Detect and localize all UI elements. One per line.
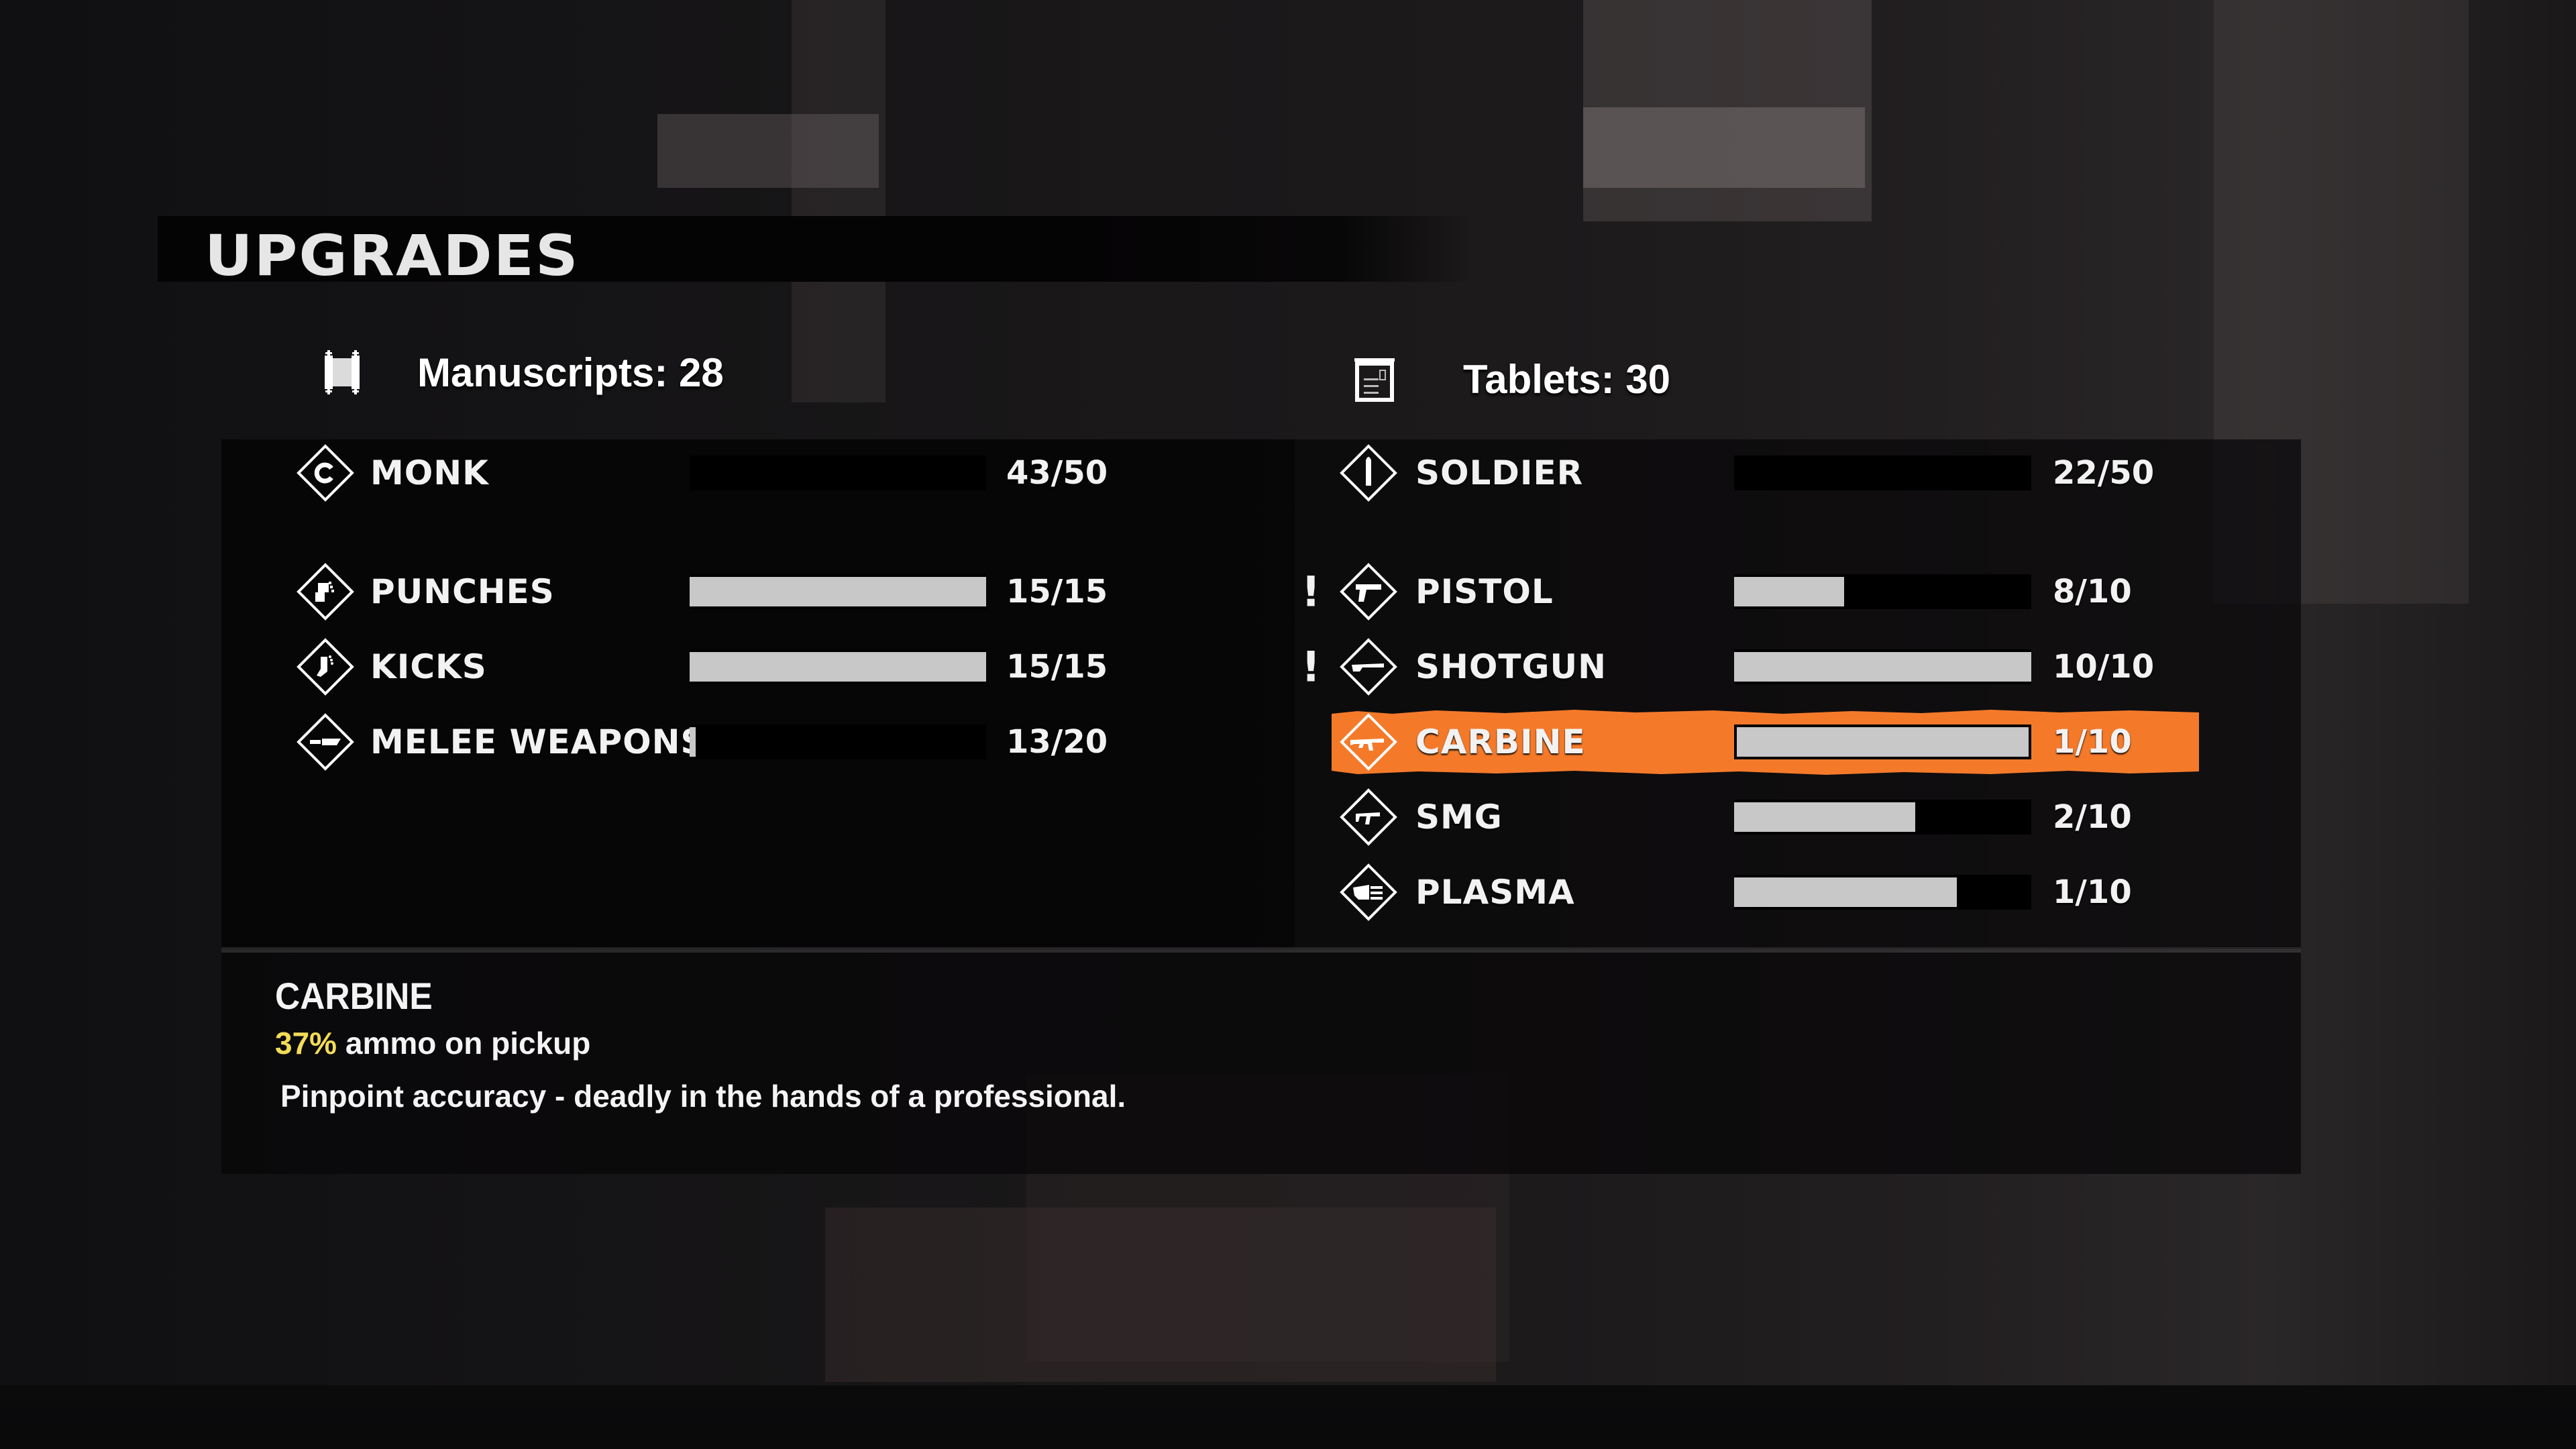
progress-bar xyxy=(690,724,986,759)
stat-value: 37% xyxy=(275,1026,337,1061)
upgrade-row-carbine[interactable]: CARBINE 1/10 xyxy=(1332,708,2199,775)
scroll-icon xyxy=(325,350,360,394)
progress-bar-fill xyxy=(1734,652,2031,682)
progress-bar xyxy=(1734,649,2031,684)
manuscripts-counter: Manuscripts: 28 xyxy=(321,349,724,396)
upgrade-name: PISTOL xyxy=(1415,572,1554,611)
progress-bar-fill xyxy=(1734,802,1915,832)
upgrade-row-smg[interactable]: SMG 2/10 xyxy=(0,784,2576,851)
progress-bar xyxy=(1734,875,2031,910)
progress-bar xyxy=(1734,574,2031,609)
new-upgrade-alert-icon: ! xyxy=(1301,642,1321,692)
bottom-shade xyxy=(0,1385,2576,1449)
description-panel xyxy=(221,953,2301,1174)
upgrade-name: MELEE WEAPONS xyxy=(370,722,706,761)
progress-bar-fill xyxy=(1737,727,2029,757)
shotgun-icon xyxy=(1340,638,1397,696)
new-upgrade-alert-icon: ! xyxy=(1301,567,1321,616)
progress-bar xyxy=(1734,455,2031,490)
stat-text: ammo on pickup xyxy=(337,1026,591,1061)
progress-bar-fill xyxy=(1734,577,1844,606)
carbine-icon xyxy=(1340,713,1397,771)
blade-icon xyxy=(297,713,354,771)
smg-icon xyxy=(1340,788,1397,846)
upgrade-level-value: 1/10 xyxy=(2053,723,2132,761)
category-row-soldier[interactable]: SOLDIER 22/50 xyxy=(0,439,2576,506)
pistol-icon xyxy=(1340,563,1397,621)
progress-bar xyxy=(1734,800,2031,835)
description-title: CARBINE xyxy=(275,975,433,1017)
tablet-icon xyxy=(1354,358,1395,402)
progress-bar xyxy=(1734,724,2031,759)
upgrade-level-value: 10/10 xyxy=(2053,648,2155,686)
upgrade-level-value: 1/10 xyxy=(2053,873,2132,911)
bullet-icon xyxy=(1340,444,1397,502)
upgrade-row-pistol[interactable]: ! PISTOL 8/10 xyxy=(0,558,2576,625)
manuscripts-label: Manuscripts: 28 xyxy=(417,350,724,395)
upgrade-name: SHOTGUN xyxy=(1415,647,1607,686)
upgrade-name: PLASMA xyxy=(1415,873,1575,912)
progress-bar-fill xyxy=(690,727,696,757)
page-title: UPGRADES xyxy=(205,223,580,288)
tablets-label: Tablets: 30 xyxy=(1463,356,1670,402)
upgrade-row-plasma[interactable]: PLASMA 1/10 xyxy=(0,859,2576,926)
upgrade-level-value: 22/50 xyxy=(2053,454,2155,492)
description-stat: 37% ammo on pickup xyxy=(275,1025,590,1061)
upgrade-row-shotgun[interactable]: ! SHOTGUN 10/10 xyxy=(0,633,2576,700)
progress-bar-fill xyxy=(1734,877,1957,907)
panel-divider xyxy=(221,947,2301,953)
upgrade-level-value: 13/20 xyxy=(1006,723,1108,761)
upgrade-level-value: 8/10 xyxy=(2053,573,2132,610)
tablets-counter: Tablets: 30 xyxy=(1353,356,1670,402)
upgrade-name: CARBINE xyxy=(1415,722,1586,761)
upgrade-name: SOLDIER xyxy=(1415,453,1584,492)
plasma-gun-icon xyxy=(1340,863,1397,921)
upgrade-name: SMG xyxy=(1415,798,1503,837)
description-flavor-text: Pinpoint accuracy - deadly in the hands … xyxy=(280,1079,1126,1114)
upgrade-level-value: 2/10 xyxy=(2053,798,2132,836)
